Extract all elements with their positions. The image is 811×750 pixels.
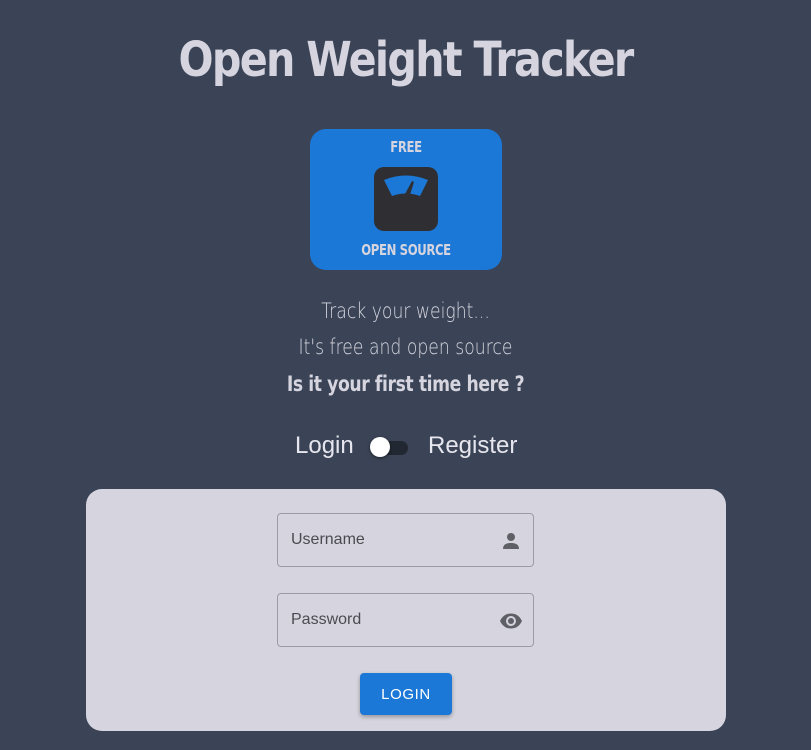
login-register-switch: Login Register [0,427,811,467]
register-mode-label: Register [428,432,518,459]
scale-icon [374,167,438,231]
eye-icon[interactable] [499,609,523,633]
login-form-card: LOGIN [86,489,726,731]
toggle-thumb[interactable] [370,437,390,457]
page-title: Open Weight Tracker [178,32,635,88]
app-logo: FREE OPEN SOURCE [310,129,502,270]
app-page: Open Weight Tracker FREE OPEN SOURCE Tra… [0,0,811,750]
login-mode-label: Login [295,432,354,459]
mode-toggle[interactable] [370,436,410,458]
username-input[interactable] [278,514,491,566]
tagline-first-time: Is it your first time here ? [286,372,525,396]
user-icon [503,533,519,549]
password-input[interactable] [278,594,491,646]
logo-open-source-label: OPEN SOURCE [361,241,451,259]
login-button[interactable]: LOGIN [360,673,452,715]
tagline-free: It's free and open source [298,335,513,359]
username-field[interactable] [277,513,534,567]
password-field[interactable] [277,593,534,647]
tagline-track: Track your weight... [321,299,490,323]
logo-free-label: FREE [390,138,422,156]
